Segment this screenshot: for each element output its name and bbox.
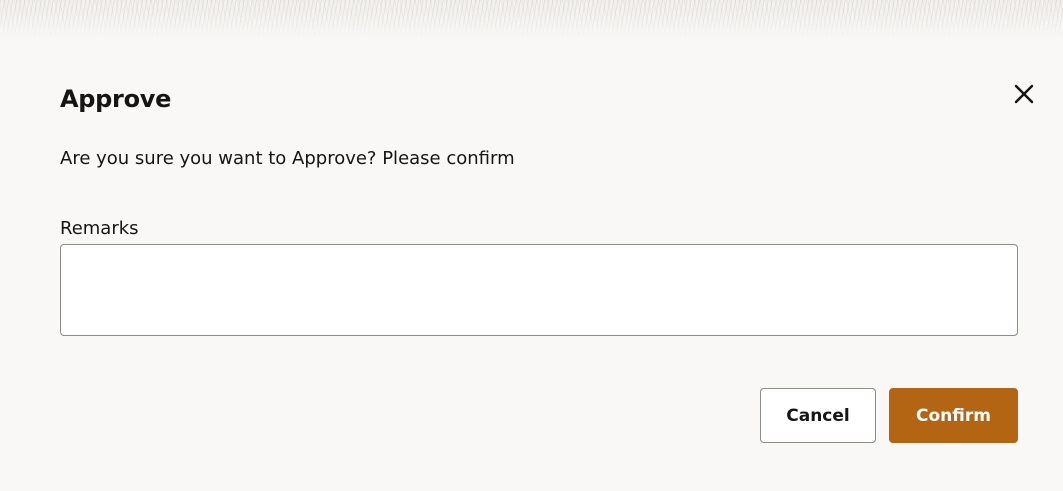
confirm-button[interactable]: Confirm <box>889 388 1018 443</box>
dialog-title: Approve <box>60 85 172 113</box>
confirmation-message: Are you sure you want to Approve? Please… <box>60 148 515 169</box>
decorative-header-band <box>0 0 1063 38</box>
close-icon <box>1014 84 1034 104</box>
remarks-label: Remarks <box>60 218 139 239</box>
remarks-field[interactable] <box>60 244 1018 336</box>
approve-dialog: Approve Are you sure you want to Approve… <box>0 0 1063 491</box>
close-button[interactable] <box>1010 80 1038 108</box>
cancel-button[interactable]: Cancel <box>760 388 876 443</box>
